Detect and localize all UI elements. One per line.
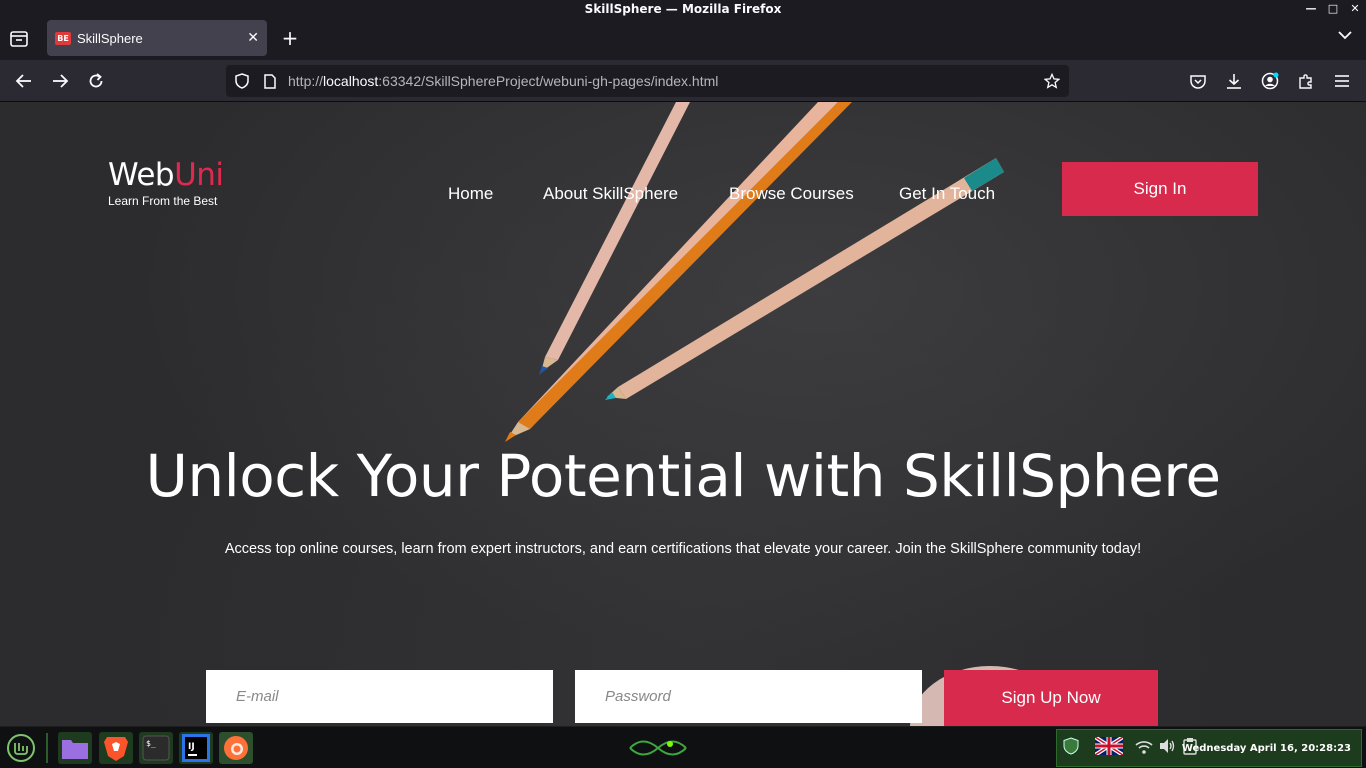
url-host: localhost <box>323 73 379 89</box>
window-titlebar: SkillSphere — Mozilla Firefox — □ ✕ <box>0 0 1366 18</box>
close-tab-icon[interactable]: ✕ <box>247 30 259 46</box>
logo-web-text: Web <box>108 157 175 193</box>
email-field[interactable]: E-mail <box>206 670 553 723</box>
list-tabs-chevron-icon[interactable] <box>1338 28 1352 44</box>
new-tab-icon[interactable]: + <box>280 26 300 50</box>
system-taskbar: $_ IJ Wednesday April 16, 20:28:23 <box>0 726 1366 768</box>
sign-in-button[interactable]: Sign In <box>1062 162 1258 216</box>
tab-skillsphere[interactable]: BE SkillSphere ✕ <box>47 20 267 56</box>
url-text: http://localhost:63342/SkillSphereProjec… <box>288 65 718 97</box>
firefox-view-icon[interactable] <box>8 28 30 50</box>
update-shield-icon[interactable] <box>1063 737 1081 759</box>
logo-tagline: Learn From the Best <box>108 194 218 208</box>
pocket-icon[interactable] <box>1185 68 1211 94</box>
nav-link-home[interactable]: Home <box>448 184 493 204</box>
tab-strip: BE SkillSphere ✕ + <box>0 18 1366 60</box>
intellij-icon[interactable]: IJ <box>179 732 213 764</box>
volume-icon[interactable] <box>1159 738 1177 758</box>
close-window-icon[interactable]: ✕ <box>1348 0 1362 18</box>
hero-subtitle: Access top online courses, learn from ex… <box>224 541 1142 557</box>
brave-icon[interactable] <box>99 732 133 764</box>
firefox-icon[interactable] <box>219 732 253 764</box>
reload-icon[interactable] <box>83 68 109 94</box>
navigation-toolbar: http://localhost:63342/SkillSphereProjec… <box>0 60 1366 102</box>
window-title: SkillSphere — Mozilla Firefox <box>584 2 782 16</box>
url-scheme: http:// <box>288 73 324 89</box>
account-icon[interactable] <box>1257 68 1283 94</box>
back-icon[interactable] <box>11 68 37 94</box>
app-menu-hamburger-icon[interactable] <box>1329 68 1355 94</box>
files-icon[interactable] <box>58 732 92 764</box>
tab-label: SkillSphere <box>77 30 143 46</box>
maximize-icon[interactable]: □ <box>1326 0 1340 18</box>
clock[interactable]: Wednesday April 16, 20:28:23 <box>1182 730 1351 768</box>
system-tray: Wednesday April 16, 20:28:23 <box>1056 729 1362 767</box>
page-info-icon[interactable] <box>262 73 278 89</box>
window-controls: — □ ✕ <box>1304 0 1362 18</box>
nav-link-browse-courses[interactable]: Browse Courses <box>729 184 854 204</box>
minimize-icon[interactable]: — <box>1304 0 1318 18</box>
tracking-protection-shield-icon[interactable] <box>234 73 250 89</box>
bookmark-star-icon[interactable] <box>1044 73 1060 89</box>
site-favicon-icon: BE <box>55 31 71 45</box>
desktop-widget-icon <box>628 735 688 765</box>
webpage-viewport: WebUni Learn From the Best Home About Sk… <box>0 102 1366 726</box>
svg-text:IJ: IJ <box>188 742 195 752</box>
logo-uni-text: Uni <box>174 157 224 193</box>
keyboard-layout-flag-icon[interactable] <box>1093 735 1125 759</box>
pencil-orange <box>505 102 852 442</box>
terminal-icon[interactable]: $_ <box>139 732 173 764</box>
url-bar[interactable]: http://localhost:63342/SkillSphereProjec… <box>226 65 1069 97</box>
wifi-icon[interactable] <box>1135 739 1153 758</box>
password-field[interactable]: Password <box>575 670 922 723</box>
site-logo[interactable]: WebUni Learn From the Best <box>108 158 224 208</box>
nav-link-about[interactable]: About SkillSphere <box>543 184 678 204</box>
extensions-icon[interactable] <box>1293 68 1319 94</box>
forward-icon[interactable] <box>47 68 73 94</box>
mint-menu-icon[interactable] <box>4 732 38 764</box>
hero-title: Unlock Your Potential with SkillSphere <box>145 442 1221 510</box>
nav-link-get-in-touch[interactable]: Get In Touch <box>899 184 995 204</box>
taskbar-separator <box>46 733 48 763</box>
svg-text:$_: $_ <box>146 739 156 748</box>
url-path: :63342/SkillSphereProject/webuni-gh-page… <box>378 73 719 89</box>
sign-up-button[interactable]: Sign Up Now <box>944 670 1158 726</box>
downloads-icon[interactable] <box>1221 68 1247 94</box>
